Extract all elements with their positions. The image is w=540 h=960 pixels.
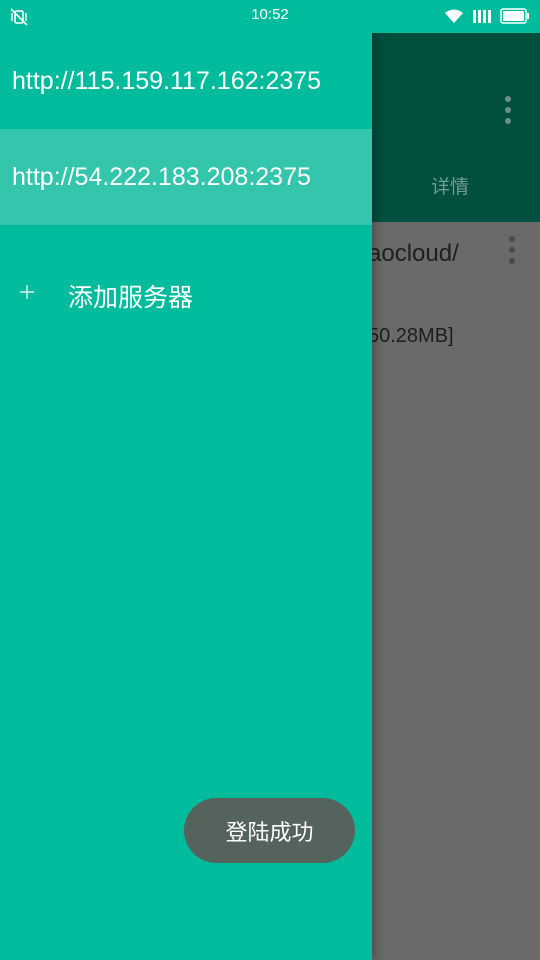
tab-details: 详情 xyxy=(430,176,469,198)
plus-icon xyxy=(20,285,34,299)
wifi-icon xyxy=(445,9,463,23)
server-item-selected[interactable]: http://54.222.183.208:2375 xyxy=(0,129,372,225)
overflow-menu-icon xyxy=(504,96,512,124)
server-url: http://54.222.183.208:2375 xyxy=(12,162,311,191)
add-server-label: 添加服务器 xyxy=(68,283,194,312)
signal-icon xyxy=(473,10,491,23)
list-item-title: aocloud/ xyxy=(368,240,459,267)
server-url: http://115.159.117.162:2375 xyxy=(12,66,322,95)
server-item[interactable]: http://115.159.117.162:2375 xyxy=(0,33,372,129)
status-bar: 10:52 xyxy=(0,0,540,33)
toast-message: 登陆成功 xyxy=(184,798,355,863)
battery-icon xyxy=(500,8,529,24)
add-server-button[interactable]: 添加服务器 xyxy=(0,258,372,328)
list-item-size: 50.28MB] xyxy=(368,325,454,347)
item-overflow-icon xyxy=(508,236,516,264)
